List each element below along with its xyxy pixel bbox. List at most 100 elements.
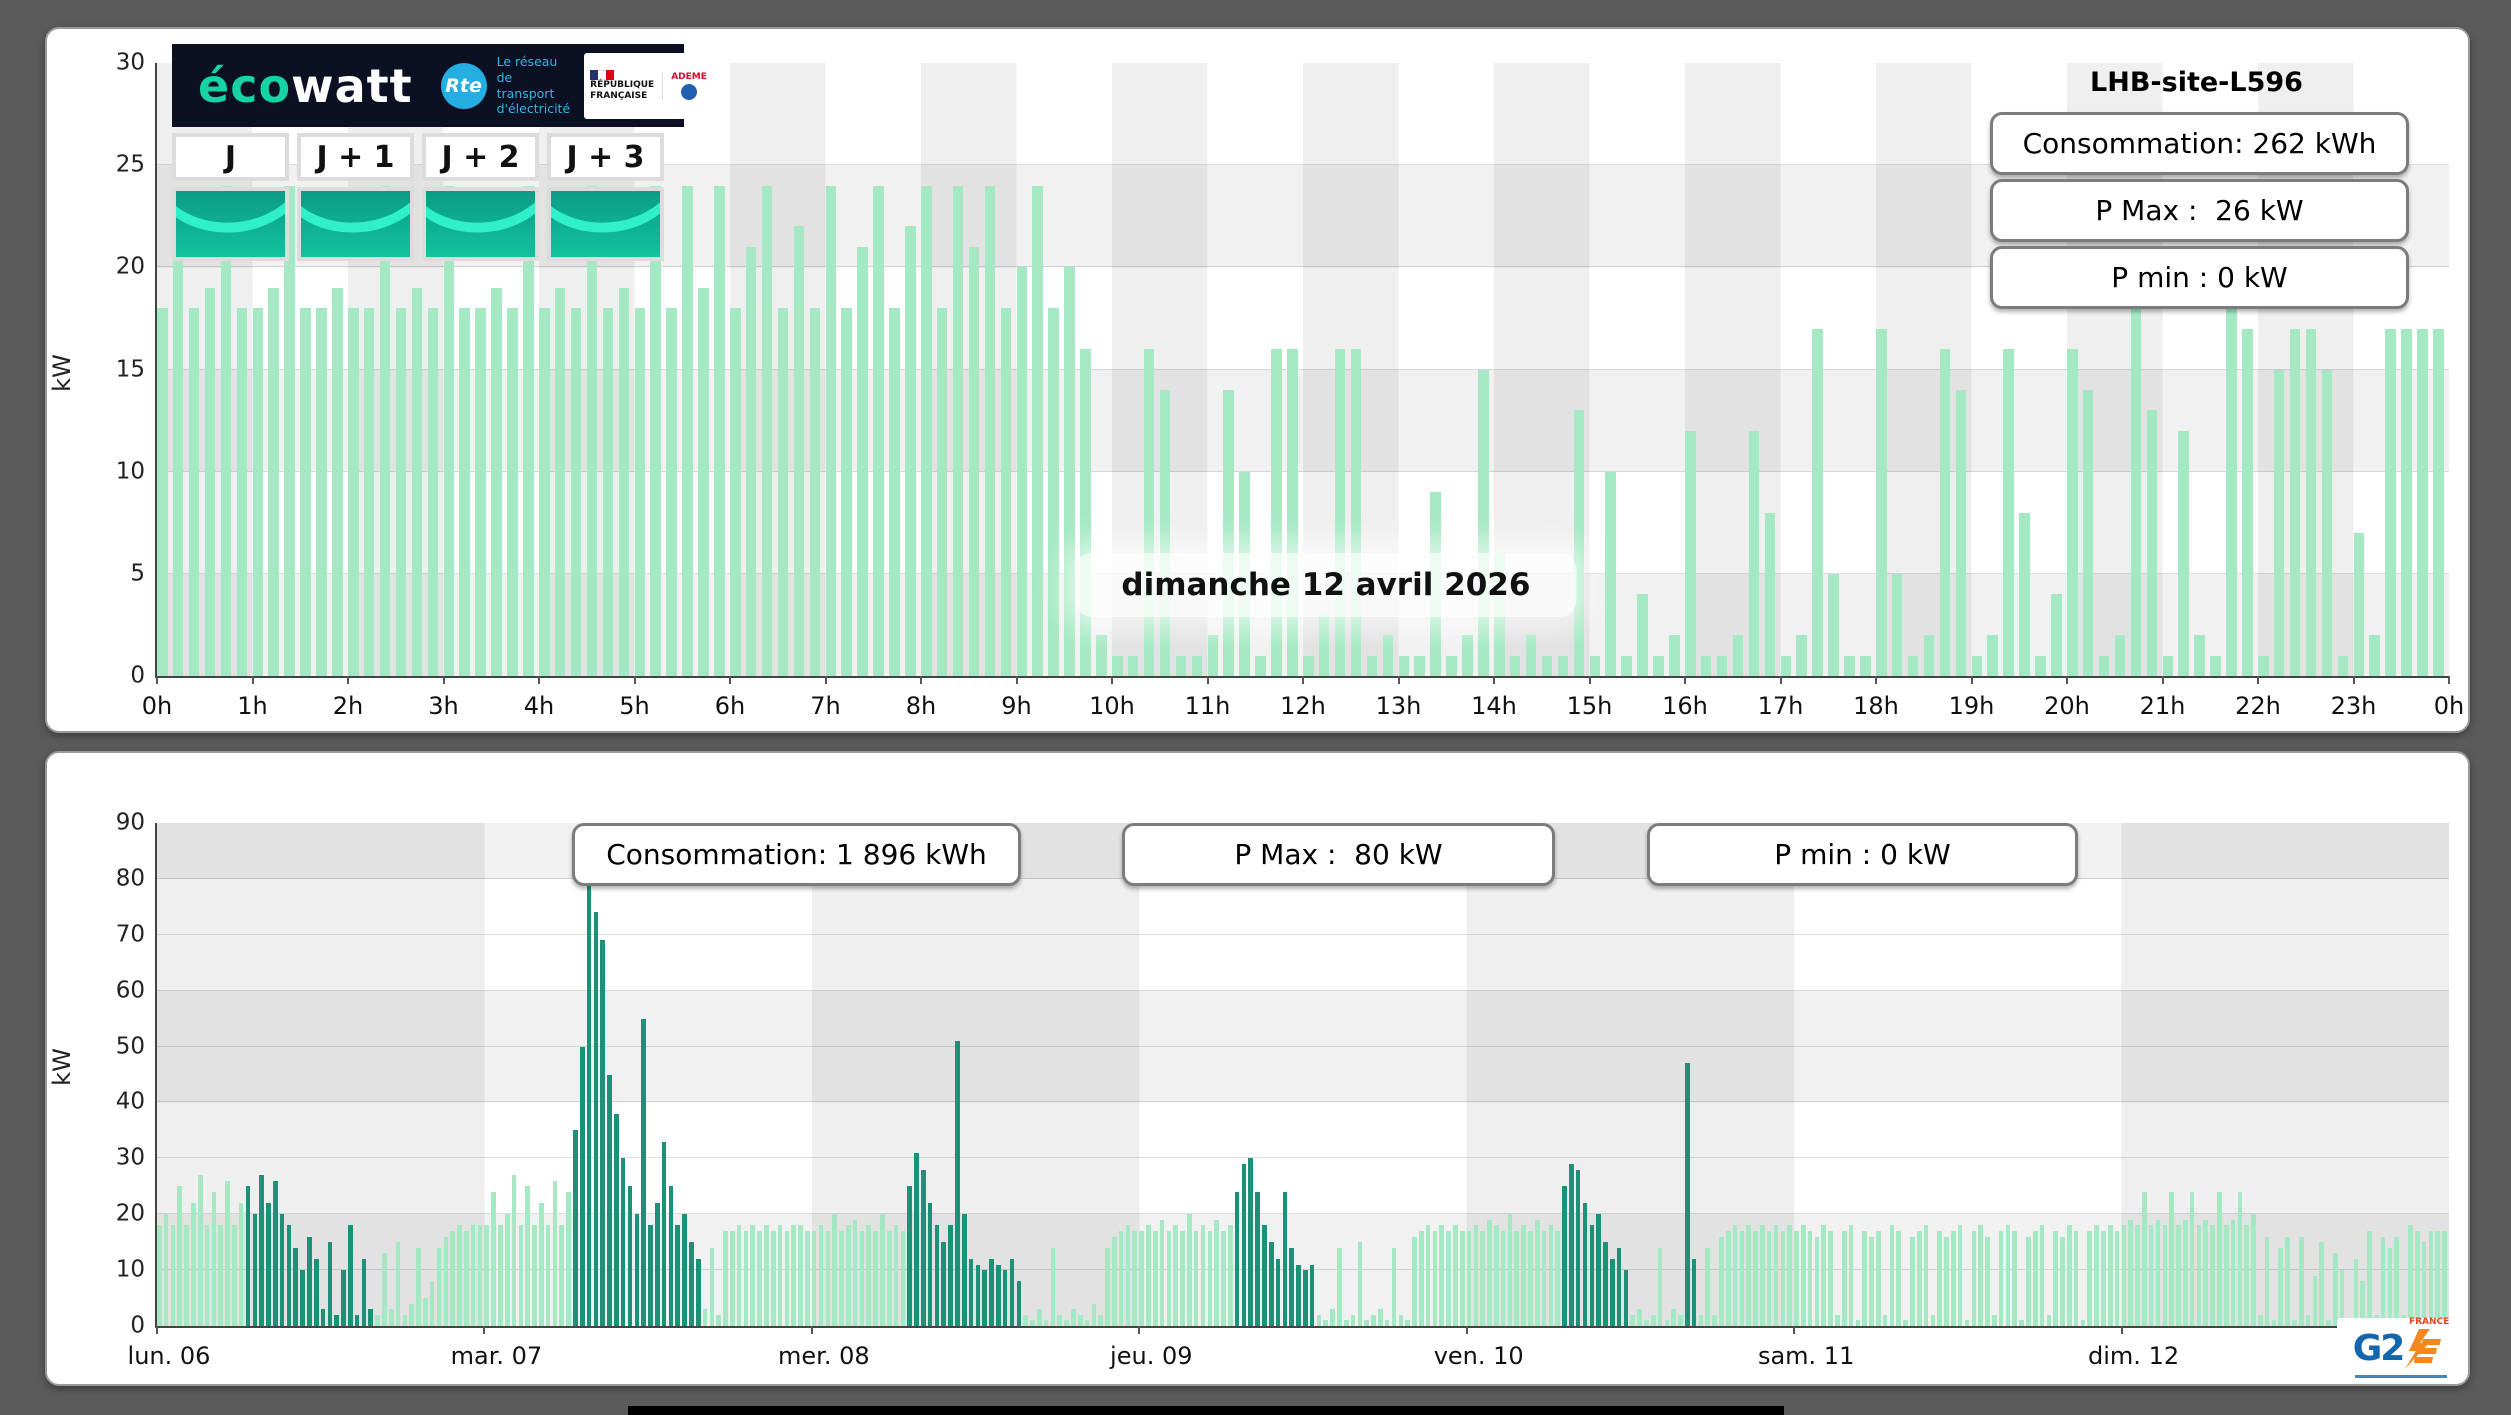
bar [2073,1231,2079,1326]
x-tick-label: 22h [2235,692,2281,720]
bar [1800,1225,1806,1326]
bar [172,206,184,676]
bar [1316,1314,1322,1326]
bar [1848,1225,1854,1326]
x-tick-label: sam. 11 [1757,1342,1855,1370]
bar [1896,1231,1902,1326]
bar [2039,1225,2045,1326]
bar [511,1175,517,1326]
forecast-thumbnail-j3[interactable] [547,187,664,261]
stat-consumption-day: Consommation: 262 kWh [1990,112,2409,175]
bar [682,1214,687,1326]
bar [2258,655,2269,676]
bar [2142,1191,2147,1326]
bar [539,1203,544,1326]
forecast-thumbnail-j1[interactable] [297,187,414,261]
bar [2189,1191,2195,1326]
x-tick-label: mer. 08 [778,1342,870,1370]
x-tick [1970,676,1973,684]
bar [2251,1214,2256,1326]
bar [607,1074,612,1326]
bar [1691,1258,1697,1326]
bar [1987,635,1998,676]
bar [157,308,168,676]
bar [1207,635,1218,676]
bottom-black-strip [628,1406,1784,1415]
bar [334,1314,339,1326]
bar [300,1270,305,1326]
forecast-thumbnail-j2[interactable] [422,187,539,261]
bar [2094,1225,2099,1326]
bar [1939,349,1951,676]
bar [961,1214,967,1326]
bar [1009,1258,1015,1326]
x-tick-label: 12h [1280,692,1326,720]
bar [1473,1225,1479,1326]
x-tick [2161,676,2164,684]
stat-pmax-week-label: P Max : 80 kW [1234,838,1443,871]
bar [2003,349,2014,676]
bar [825,185,836,676]
bar [2414,1231,2420,1326]
g2e-wordmark: G2 [2352,1328,2406,1369]
bar [1891,573,1903,676]
bar [2080,1320,2086,1326]
bar [809,308,821,676]
bar [1334,349,1346,676]
tab-day-j3[interactable]: J + 3 [547,133,664,181]
bar [2305,328,2317,676]
tab-day-j2[interactable]: J + 2 [422,133,539,181]
bar [641,1018,646,1326]
bar [852,1219,858,1326]
bar [348,1225,353,1326]
bar [1414,655,1425,676]
x-tick [1397,676,1400,684]
weekly-bars [157,823,2449,1326]
bar [2114,1231,2120,1326]
tab-day-j[interactable]: J [172,133,289,181]
forecast-thumbnail-j[interactable] [172,187,289,261]
bar [1096,635,1107,676]
bar [2319,1242,2325,1326]
bar [2114,635,2126,676]
bar [743,1231,749,1326]
bar [1275,1258,1281,1326]
bar [463,1231,469,1326]
bar [1364,1320,1370,1326]
bar [1446,655,1457,676]
bar [1814,1236,1820,1326]
bar [984,185,996,676]
bar [1350,349,1362,676]
x-tick [920,676,922,684]
bar [1971,655,1982,676]
bar [2292,1320,2297,1326]
bar [245,1186,251,1326]
bar [2333,1253,2338,1326]
bar [2210,655,2221,676]
bar [2135,1225,2140,1326]
bar [818,1225,824,1326]
y-tick-label: 0 [130,662,145,689]
y-tick-label: 30 [115,1144,145,1171]
bar [2162,1225,2168,1326]
tab-day-j1[interactable]: J + 1 [297,133,414,181]
bar [1664,1320,1670,1326]
bar [900,1231,906,1326]
bar [1589,1225,1595,1326]
stat-consumption-day-label: Consommation: 262 kWh [2022,127,2377,160]
bar [682,185,693,676]
bar [2401,328,2412,676]
bar [1391,1247,1397,1326]
bar [793,226,805,676]
bar [921,1169,926,1326]
bar [238,1203,244,1326]
bar [1048,308,1059,676]
bar [1705,1247,1711,1326]
bar [1944,1236,1949,1326]
x-tick [1684,676,1686,684]
x-tick [251,676,254,684]
bar [163,1214,169,1326]
bar [1023,1314,1028,1326]
bar [470,1225,476,1326]
bar [634,308,645,676]
